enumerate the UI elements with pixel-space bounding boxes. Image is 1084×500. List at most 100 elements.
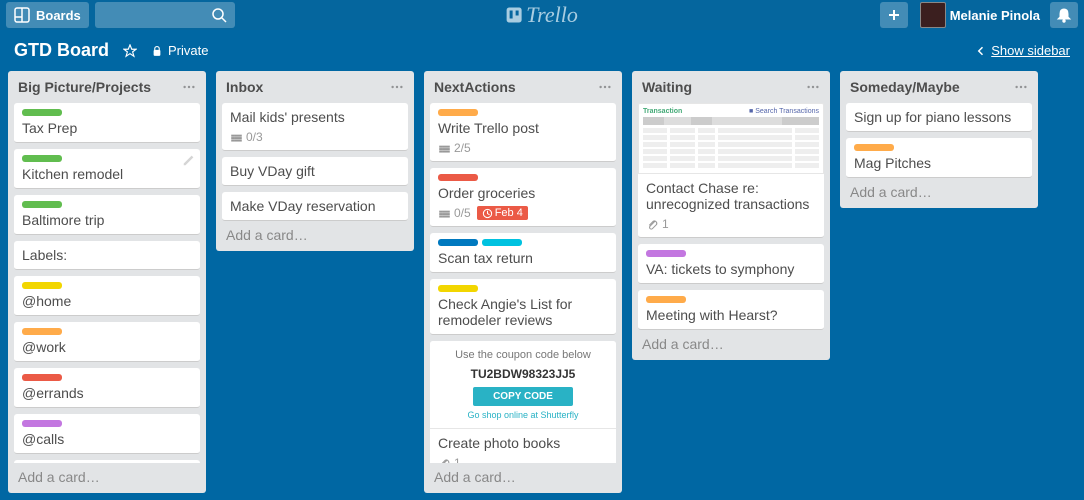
card-container: Write Trello post2/5 Order groceries0/5Fe… <box>430 103 616 463</box>
checklist-count: 2/5 <box>454 141 471 155</box>
board-title[interactable]: GTD Board <box>14 40 109 61</box>
add-card-button[interactable]: Add a card… <box>222 221 408 245</box>
card[interactable]: Mag Pitches <box>846 138 1032 178</box>
card[interactable]: VA: tickets to symphony <box>638 244 824 284</box>
card-title: Check Angie's List for remodeler reviews <box>438 296 608 328</box>
label-green <box>22 155 62 162</box>
label-teal <box>482 239 522 246</box>
list-title[interactable]: Big Picture/Projects <box>18 79 151 95</box>
copy-code-button: COPY CODE <box>473 387 573 406</box>
board-header: GTD Board Private Show sidebar <box>0 30 1084 67</box>
search-input[interactable] <box>95 2 235 28</box>
list-title[interactable]: Inbox <box>226 79 263 95</box>
label-green <box>22 109 62 116</box>
card-cover: Transaction■ Search Transactions <box>638 103 824 174</box>
list-title[interactable]: Someday/Maybe <box>850 79 960 95</box>
add-card-button[interactable]: Add a card… <box>638 330 824 354</box>
app-header: Boards Trello Melanie Pinola <box>0 0 1084 30</box>
card[interactable]: Labels: <box>14 241 200 270</box>
cover-link: Go shop online at Shutterfly <box>467 410 578 420</box>
card-labels <box>22 420 192 427</box>
user-name: Melanie Pinola <box>950 8 1040 23</box>
list-title[interactable]: Waiting <box>642 79 692 95</box>
card[interactable]: Buy VDay gift <box>222 157 408 186</box>
label-orange <box>22 328 62 335</box>
pencil-icon[interactable] <box>182 153 196 167</box>
list-header: Big Picture/Projects <box>14 77 200 103</box>
label-yellow <box>438 285 478 292</box>
card[interactable]: Make VDay reservation <box>222 192 408 221</box>
card-labels <box>22 155 192 162</box>
list-menu-icon[interactable] <box>806 80 820 94</box>
card-title: @calls <box>22 431 192 447</box>
card[interactable]: Kitchen remodel <box>14 149 200 189</box>
card-title: Meeting with Hearst? <box>646 307 816 323</box>
card-title: Kitchen remodel <box>22 166 192 182</box>
coupon-code: TU2BDW98323JJ5 <box>471 367 576 381</box>
card-container: Mail kids' presents 0/3 Buy VDay gift Make … <box>222 103 408 221</box>
card-title: Order groceries <box>438 185 608 201</box>
add-button[interactable] <box>880 2 908 28</box>
add-card-button[interactable]: Add a card… <box>430 463 616 487</box>
card[interactable]: Write Trello post2/5 <box>430 103 616 162</box>
paperclip-icon <box>438 457 451 464</box>
card-title: VA: tickets to symphony <box>646 261 816 277</box>
list-menu-icon[interactable] <box>182 80 196 94</box>
checklist-count: 0/3 <box>246 130 263 144</box>
card[interactable]: Mail kids' presents 0/3 <box>222 103 408 151</box>
add-card-button[interactable]: Add a card… <box>846 178 1032 202</box>
card[interactable]: Scan tax return <box>430 233 616 273</box>
add-card-button[interactable]: Add a card… <box>14 463 200 487</box>
visibility-toggle[interactable]: Private <box>151 43 208 58</box>
label-orange <box>854 144 894 151</box>
card[interactable]: Use the coupon code below TU2BDW98323JJ5 C… <box>430 341 616 463</box>
card-title: @home <box>22 293 192 309</box>
list-header: NextActions <box>430 77 616 103</box>
card[interactable]: @errands <box>14 368 200 408</box>
card-container: Transaction■ Search TransactionsContact … <box>638 103 824 330</box>
card[interactable]: Meeting with Hearst? <box>638 290 824 330</box>
card[interactable]: Tax Prep <box>14 103 200 143</box>
list-menu-icon[interactable] <box>598 80 612 94</box>
card[interactable]: !urgent <box>14 460 200 463</box>
show-sidebar-button[interactable]: Show sidebar <box>975 43 1070 58</box>
card-labels <box>22 109 192 116</box>
attachment-badge: 1 <box>646 217 669 231</box>
boards-button[interactable]: Boards <box>6 2 89 28</box>
card[interactable]: Transaction■ Search TransactionsContact … <box>638 103 824 238</box>
card[interactable]: Sign up for piano lessons <box>846 103 1032 132</box>
visibility-label: Private <box>168 43 208 58</box>
notifications-button[interactable] <box>1050 2 1078 28</box>
list-header: Waiting <box>638 77 824 103</box>
card-labels <box>646 250 816 257</box>
user-menu[interactable]: Melanie Pinola <box>914 2 1050 28</box>
checklist-icon <box>438 207 451 220</box>
card-labels <box>22 374 192 381</box>
card[interactable]: @calls <box>14 414 200 454</box>
card[interactable]: @work <box>14 322 200 362</box>
card-title: Make VDay reservation <box>230 198 400 214</box>
header-right: Melanie Pinola <box>880 2 1078 28</box>
boards-label: Boards <box>36 8 81 23</box>
checklist-badge: 2/5 <box>438 141 471 155</box>
cover-subtitle: Use the coupon code below <box>455 349 591 361</box>
card[interactable]: Check Angie's List for remodeler reviews <box>430 279 616 335</box>
card-title: Sign up for piano lessons <box>854 109 1024 125</box>
card-title: Mail kids' presents <box>230 109 400 125</box>
label-green <box>22 201 62 208</box>
card-title: Mag Pitches <box>854 155 1024 171</box>
card-badges: 2/5 <box>438 141 608 155</box>
card-labels <box>438 285 608 292</box>
list-title[interactable]: NextActions <box>434 79 516 95</box>
card[interactable]: Order groceries0/5Feb 4 <box>430 168 616 227</box>
list-menu-icon[interactable] <box>390 80 404 94</box>
card[interactable]: Baltimore trip <box>14 195 200 235</box>
app-logo[interactable]: Trello <box>506 2 578 28</box>
card[interactable]: @home <box>14 276 200 316</box>
card-labels <box>438 109 608 116</box>
star-icon[interactable] <box>123 44 137 58</box>
card-title: @work <box>22 339 192 355</box>
card-cover: Use the coupon code below TU2BDW98323JJ5 C… <box>430 341 616 429</box>
card-title: Labels: <box>22 247 192 263</box>
list-menu-icon[interactable] <box>1014 80 1028 94</box>
